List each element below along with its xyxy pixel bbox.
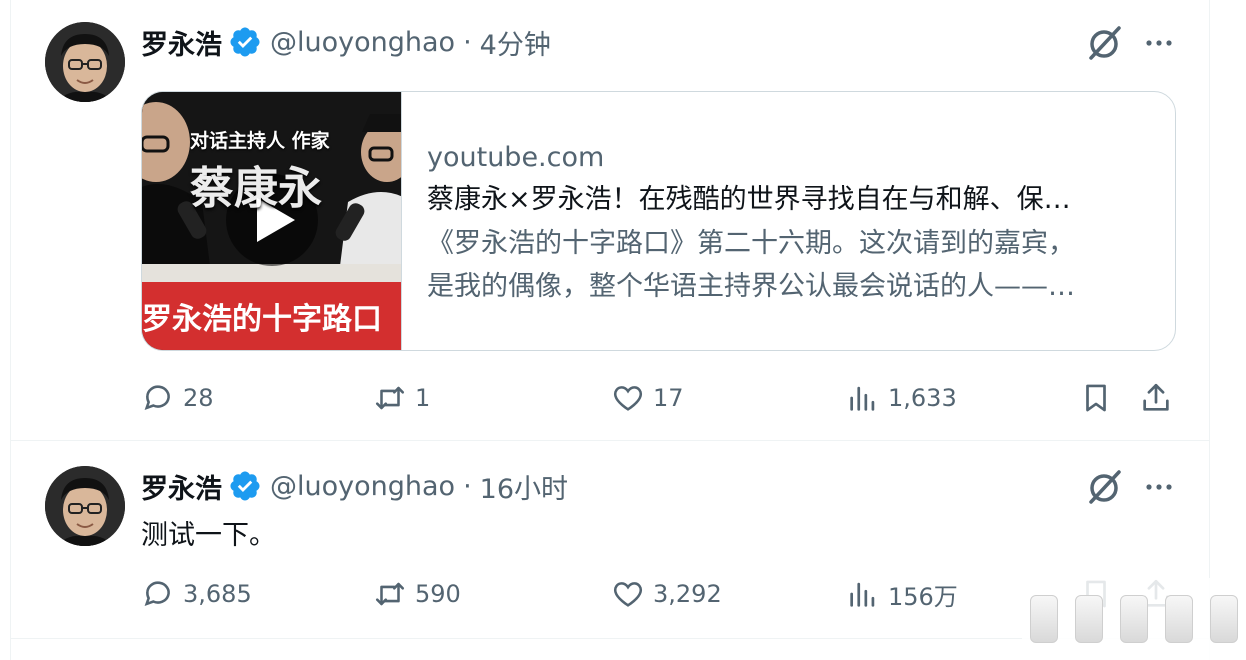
thumb-bottom-text: 罗永浩的十字路口 — [142, 302, 382, 337]
views-button[interactable]: 1,633 — [846, 378, 957, 418]
separator-dot: · — [463, 470, 472, 502]
user-handle[interactable]: @luoyonghao — [270, 471, 455, 502]
tweet[interactable]: 罗永浩 @luoyonghao · 4分钟 对话主持人 作家 蔡康永 罗永浩的十… — [11, 0, 1209, 441]
like-button[interactable]: 3,292 — [611, 574, 722, 614]
view-count: 1,633 — [888, 384, 957, 412]
card-domain: youtube.com — [427, 142, 605, 173]
retweet-count: 590 — [415, 580, 461, 608]
reply-icon — [144, 385, 170, 411]
timestamp[interactable]: 4分钟 — [480, 23, 551, 62]
more-icon[interactable] — [1141, 25, 1177, 61]
card-text: youtube.com 蔡康永×罗永浩！在残酷的世界寻找自在与和解、保… 《罗永… — [427, 140, 1157, 308]
timeline: 罗永浩 @luoyonghao · 4分钟 对话主持人 作家 蔡康永 罗永浩的十… — [10, 0, 1210, 660]
tweet-header: 罗永浩 @luoyonghao · 16小时 — [141, 466, 568, 506]
card-description-line: 《罗永浩的十字路口》第二十六期。这次请到的嘉宾， — [427, 228, 1075, 259]
like-button[interactable]: 17 — [611, 378, 684, 418]
tweet-text: 测试一下。 — [141, 520, 276, 551]
action-bar: 28 1 17 1,633 — [141, 378, 1181, 418]
view-count: 156万 — [888, 582, 958, 611]
card-title: 蔡康永×罗永浩！在残酷的世界寻找自在与和解、保… — [427, 184, 1071, 215]
overlay-button[interactable] — [1030, 595, 1059, 643]
like-icon — [613, 582, 643, 607]
grok-icon[interactable] — [1083, 466, 1125, 508]
reply-button[interactable]: 3,685 — [141, 574, 252, 614]
overlay-button[interactable] — [1119, 595, 1148, 643]
views-icon — [850, 582, 875, 607]
share-button[interactable] — [1139, 378, 1181, 418]
overlay-button[interactable] — [1164, 595, 1193, 643]
retweet-icon — [375, 582, 405, 606]
timestamp[interactable]: 16小时 — [480, 467, 568, 506]
separator-dot: · — [463, 26, 472, 58]
overlay-button[interactable] — [1209, 595, 1238, 643]
retweet-icon — [375, 386, 405, 410]
views-button[interactable]: 156万 — [846, 574, 958, 614]
bookmark-button[interactable] — [1079, 378, 1121, 418]
overlay-controls — [1022, 578, 1246, 660]
retweet-button[interactable]: 590 — [373, 574, 461, 614]
avatar[interactable] — [45, 466, 125, 546]
reply-count: 3,685 — [183, 580, 252, 608]
card-description-line: 是我的偶像，整个华语主持界公认最会说话的人——… — [427, 271, 1075, 302]
share-icon — [1143, 383, 1169, 411]
retweet-count: 1 — [415, 384, 431, 412]
display-name[interactable]: 罗永浩 — [141, 23, 222, 62]
like-count: 3,292 — [653, 580, 722, 608]
video-thumbnail[interactable]: 对话主持人 作家 蔡康永 罗永浩的十字路口 — [142, 92, 402, 350]
reply-icon — [144, 581, 170, 607]
link-card[interactable]: 对话主持人 作家 蔡康永 罗永浩的十字路口 youtube.com 蔡康永×罗永… — [141, 91, 1176, 351]
tweet-header: 罗永浩 @luoyonghao · 4分钟 — [141, 22, 551, 62]
reply-count: 28 — [183, 384, 214, 412]
views-icon — [850, 386, 875, 411]
reply-button[interactable]: 28 — [141, 378, 214, 418]
grok-icon[interactable] — [1083, 22, 1125, 64]
user-handle[interactable]: @luoyonghao — [270, 27, 455, 58]
more-icon[interactable] — [1141, 469, 1177, 505]
avatar[interactable] — [45, 22, 125, 102]
thumb-big-text: 蔡康永 — [190, 163, 322, 214]
thumb-top-text: 对话主持人 作家 — [190, 130, 330, 152]
verified-badge-icon — [230, 27, 260, 57]
retweet-button[interactable]: 1 — [373, 378, 430, 418]
like-count: 17 — [653, 384, 684, 412]
overlay-button[interactable] — [1075, 595, 1104, 643]
bookmark-icon — [1086, 384, 1106, 412]
display-name[interactable]: 罗永浩 — [141, 467, 222, 506]
verified-badge-icon — [230, 471, 260, 501]
like-icon — [613, 386, 643, 411]
